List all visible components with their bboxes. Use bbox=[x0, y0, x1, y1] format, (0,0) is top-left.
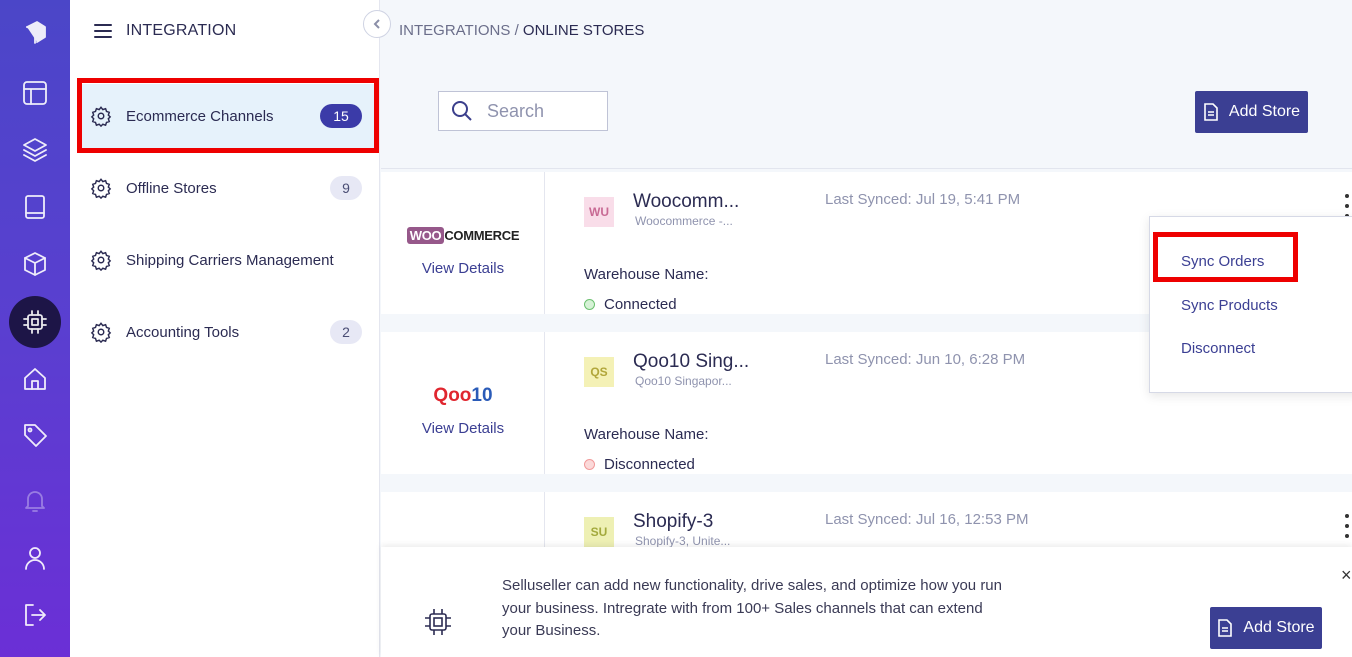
store-subtitle: Woocommerce -... bbox=[635, 214, 733, 228]
breadcrumb-current: ONLINE STORES bbox=[522, 22, 645, 39]
view-details-link[interactable]: View Details bbox=[381, 260, 545, 277]
banner-add-store-label: Add Store bbox=[1243, 619, 1315, 636]
store-name: Qoo10 Sing... bbox=[633, 351, 750, 372]
woocommerce-logo: WOO COMMERCE bbox=[381, 227, 545, 244]
sync-orders-item[interactable]: Sync Orders bbox=[1181, 253, 1264, 270]
add-store-label: Add Store bbox=[1228, 103, 1301, 120]
status-dot-icon bbox=[584, 299, 595, 310]
store-avatar: QS bbox=[584, 357, 614, 387]
store-actions-menu: Sync Orders Sync Products Disconnect bbox=[1149, 216, 1352, 393]
sidebar-item-label: Ecommerce Channels bbox=[126, 107, 274, 125]
logout-icon[interactable] bbox=[9, 589, 61, 641]
sidebar-item-offline-stores[interactable]: Offline Stores 9 bbox=[80, 156, 374, 220]
brand-logo-icon[interactable] bbox=[9, 7, 61, 59]
hamburger-menu-icon[interactable] bbox=[94, 24, 112, 38]
warehouse-label: Warehouse Name: bbox=[584, 426, 709, 443]
view-details-link[interactable]: View Details bbox=[381, 420, 545, 437]
banner-text: Selluseller can add new functionality, d… bbox=[502, 577, 1002, 639]
home-icon[interactable] bbox=[9, 353, 61, 405]
document-icon bbox=[1204, 103, 1218, 121]
status-dot-icon bbox=[584, 459, 595, 470]
banner-add-store-button[interactable]: Add Store bbox=[1210, 607, 1322, 649]
integration-sidebar: INTEGRATION Ecommerce Channels 15 Offlin… bbox=[70, 0, 380, 657]
sidebar-item-accounting-tools[interactable]: Accounting Tools 2 bbox=[80, 300, 374, 364]
store-status: Disconnected bbox=[584, 456, 695, 473]
qoo10-logo: Qoo10 bbox=[433, 385, 493, 406]
last-synced: Last Synced: Jul 19, 5:41 PM bbox=[825, 191, 1021, 208]
store-name: Shopify-3 bbox=[633, 511, 714, 532]
integration-chip-icon[interactable] bbox=[9, 296, 61, 348]
disconnect-item[interactable]: Disconnect bbox=[1181, 340, 1255, 357]
layers-icon[interactable] bbox=[9, 124, 61, 176]
last-synced: Last Synced: Jul 16, 12:53 PM bbox=[825, 511, 1029, 528]
count-badge: 2 bbox=[330, 320, 362, 344]
tag-icon[interactable] bbox=[9, 409, 61, 461]
store-logo-column: Qoo10 View Details bbox=[381, 332, 545, 474]
book-icon[interactable] bbox=[9, 181, 61, 233]
store-status: Connected bbox=[584, 296, 677, 313]
close-icon[interactable]: × bbox=[1341, 565, 1352, 586]
sidebar-item-label: Shipping Carriers Management bbox=[126, 251, 334, 269]
breadcrumb-separator: / bbox=[510, 22, 523, 39]
gear-icon bbox=[90, 177, 112, 200]
collapse-sidebar-button[interactable] bbox=[363, 10, 391, 38]
store-name: Woocomm... bbox=[633, 191, 740, 212]
store-avatar: SU bbox=[584, 517, 614, 547]
package-icon[interactable] bbox=[9, 238, 61, 290]
warehouse-label: Warehouse Name: bbox=[584, 266, 709, 283]
breadcrumb: INTEGRATIONS / ONLINE STORES bbox=[399, 22, 644, 39]
count-badge: 9 bbox=[330, 176, 362, 200]
status-label: Disconnected bbox=[604, 456, 695, 473]
document-icon bbox=[1218, 619, 1233, 637]
store-logo-column: WOO COMMERCE View Details bbox=[381, 172, 545, 314]
count-badge: 15 bbox=[320, 104, 362, 128]
sidebar-item-label: Offline Stores bbox=[126, 179, 217, 197]
store-subtitle: Shopify-3, Unite... bbox=[635, 534, 731, 548]
gear-icon bbox=[90, 321, 112, 344]
user-icon[interactable] bbox=[9, 532, 61, 584]
status-label: Connected bbox=[604, 296, 677, 313]
store-subtitle: Qoo10 Singapor... bbox=[635, 374, 732, 388]
store-avatar: WU bbox=[584, 197, 614, 227]
bell-icon[interactable] bbox=[9, 475, 61, 527]
more-options-icon[interactable] bbox=[1341, 514, 1352, 538]
header-divider bbox=[381, 168, 1352, 169]
add-store-button[interactable]: Add Store bbox=[1195, 91, 1308, 133]
search-icon bbox=[452, 101, 472, 121]
sidebar-title: INTEGRATION bbox=[126, 22, 237, 39]
more-options-icon[interactable] bbox=[1341, 194, 1352, 218]
promo-banner: Selluseller can add new functionality, d… bbox=[381, 547, 1352, 657]
last-synced: Last Synced: Jun 10, 6:28 PM bbox=[825, 351, 1026, 368]
sidebar-item-label: Accounting Tools bbox=[126, 323, 240, 341]
chevron-left-icon bbox=[373, 19, 380, 29]
sync-products-item[interactable]: Sync Products bbox=[1181, 297, 1278, 314]
search-input[interactable] bbox=[487, 100, 597, 122]
gear-icon bbox=[90, 105, 112, 128]
sidebar-item-shipping-carriers[interactable]: Shipping Carriers Management bbox=[80, 228, 374, 292]
app-rail bbox=[0, 0, 70, 657]
sidebar-header: INTEGRATION bbox=[94, 22, 236, 40]
integration-chip-icon bbox=[421, 605, 455, 639]
gear-icon bbox=[90, 249, 112, 272]
sidebar-item-ecommerce-channels[interactable]: Ecommerce Channels 15 bbox=[80, 84, 374, 148]
breadcrumb-parent[interactable]: INTEGRATIONS bbox=[399, 22, 510, 39]
search-box[interactable] bbox=[438, 91, 608, 131]
layout-icon[interactable] bbox=[9, 67, 61, 119]
